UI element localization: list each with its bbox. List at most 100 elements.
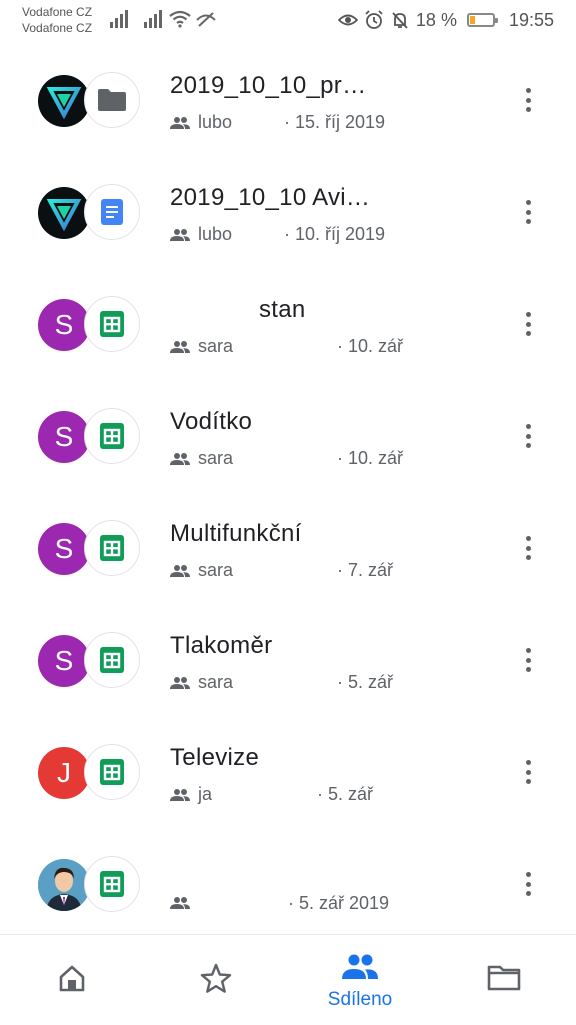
folder-icon — [487, 965, 521, 991]
person-photo-icon — [38, 859, 90, 911]
shared-people-icon — [170, 452, 190, 465]
owner-name: sara — [198, 448, 234, 468]
nav-shared[interactable]: Sdíleno — [288, 935, 432, 1025]
file-meta: ja · 5. zář — [170, 784, 373, 805]
status-bar: Vodafone CZ Vodafone CZ 18 % 19:55 — [0, 0, 576, 44]
owner-avatar: S — [38, 635, 90, 687]
file-meta: lubo · 15. říj 2019 — [170, 112, 385, 133]
sheets-icon — [100, 311, 124, 337]
file-meta: sara · 10. zář — [170, 336, 403, 357]
owner-avatar-logo — [38, 75, 90, 127]
owner-avatar: J — [38, 747, 90, 799]
signal-icon — [144, 10, 162, 28]
owner-name: lubo — [198, 112, 233, 132]
file-type-badge — [84, 72, 140, 128]
owner-avatar: S — [38, 411, 90, 463]
file-type-badge — [84, 632, 140, 688]
shared-people-icon — [170, 228, 190, 241]
shared-people-icon — [170, 788, 190, 801]
file-row[interactable]: Sstan sara · 10. zář — [0, 270, 576, 382]
owner-avatar-logo — [38, 187, 90, 239]
more-options-icon[interactable] — [516, 870, 540, 898]
file-title: Televize — [170, 744, 260, 771]
modified-date: · 15. říj 2019 — [284, 112, 386, 132]
clock: 19:55 — [508, 9, 554, 30]
file-row[interactable]: 2019_10_10 Avi… lubo · 10. říj 2019 — [0, 158, 576, 270]
more-options-icon[interactable] — [516, 646, 540, 674]
carrier-2: Vodafone CZ — [22, 21, 93, 35]
file-meta: · 5. zář 2019 — [170, 893, 389, 913]
shared-people-icon — [170, 340, 190, 353]
owner-avatar: S — [38, 523, 90, 575]
shared-people-icon — [170, 897, 190, 909]
shared-people-icon — [170, 564, 190, 577]
file-type-badge — [84, 744, 140, 800]
modified-date: · 10. zář — [337, 336, 404, 356]
file-meta: sara · 10. zář — [170, 448, 403, 469]
nav-starred[interactable] — [144, 935, 288, 1025]
more-options-icon[interactable] — [516, 86, 540, 114]
more-options-icon[interactable] — [516, 310, 540, 338]
owner-name: sara — [198, 336, 234, 356]
shared-file-list: 2019_10_10_pr… lubo · 15. říj 2019 2019_10_… — [0, 46, 576, 942]
file-type-badge — [84, 296, 140, 352]
battery-icon — [466, 13, 498, 27]
file-row[interactable]: S Multifunkční sara · 7. zář — [0, 494, 576, 606]
file-row[interactable]: 2019_10_10_pr…lubo · 15. říj 2019 — [0, 46, 576, 158]
file-row[interactable]: J Televize ja · 5. zář — [0, 718, 576, 830]
modified-date: · 10. zář — [337, 448, 404, 468]
bell-off-icon — [392, 12, 408, 29]
eye-slash-icon — [196, 12, 216, 27]
file-type-badge — [84, 408, 140, 464]
owner-name: ja — [198, 784, 213, 804]
file-meta: sara · 5. zář — [170, 672, 393, 693]
nav-shared-label: Sdíleno — [327, 989, 393, 1010]
owner-name: sara — [198, 560, 234, 580]
logo-icon — [46, 199, 82, 232]
owner-avatar: S — [38, 299, 90, 351]
more-options-icon[interactable] — [516, 534, 540, 562]
modified-date: · 5. zář 2019 — [288, 892, 390, 913]
nav-files[interactable] — [432, 935, 576, 1025]
signal-icon — [110, 10, 128, 28]
file-type-badge — [84, 856, 140, 912]
file-row[interactable]: S Tlakoměr sara · 5. zář — [0, 606, 576, 718]
docs-icon — [101, 199, 123, 225]
home-icon — [59, 965, 85, 992]
sheets-icon — [100, 871, 124, 897]
file-title: Multifunkční — [170, 520, 302, 547]
owner-name: sara — [198, 672, 234, 692]
file-title: Vodítko — [170, 408, 253, 435]
logo-icon — [46, 87, 82, 120]
alarm-icon — [365, 10, 383, 29]
sheets-icon — [100, 759, 124, 785]
modified-date: · 7. zář — [337, 560, 394, 580]
owner-avatar-photo — [38, 859, 90, 911]
file-type-badge — [84, 184, 140, 240]
more-options-icon[interactable] — [516, 758, 540, 786]
wifi-icon — [169, 10, 191, 28]
shared-people-icon — [170, 116, 190, 129]
bottom-navigation: Sdíleno — [0, 934, 576, 1024]
file-title: Tlakoměr — [170, 632, 273, 659]
star-icon — [200, 963, 232, 993]
more-options-icon[interactable] — [516, 198, 540, 226]
file-row[interactable]: · 5. zář 2019 — [0, 830, 576, 942]
file-title: 2019_10_10_pr… — [170, 72, 367, 99]
sheets-icon — [100, 423, 124, 449]
file-title: 2019_10_10 Avi… — [170, 184, 371, 211]
file-meta: lubo · 10. říj 2019 — [170, 224, 385, 245]
file-meta: sara · 7. zář — [170, 560, 393, 581]
modified-date: · 5. zář — [337, 672, 394, 692]
shared-people-icon — [170, 676, 190, 689]
file-title: stan — [259, 296, 306, 323]
more-options-icon[interactable] — [516, 422, 540, 450]
file-row[interactable]: S Vodítko sara · 10. zář — [0, 382, 576, 494]
carrier-1: Vodafone CZ — [22, 5, 93, 19]
modified-date: · 10. říj 2019 — [284, 224, 386, 244]
nav-home[interactable] — [0, 935, 144, 1025]
owner-name: lubo — [198, 224, 233, 244]
sheets-icon — [100, 535, 124, 561]
battery-percent: 18 % — [415, 9, 457, 30]
eye-icon — [337, 14, 358, 26]
